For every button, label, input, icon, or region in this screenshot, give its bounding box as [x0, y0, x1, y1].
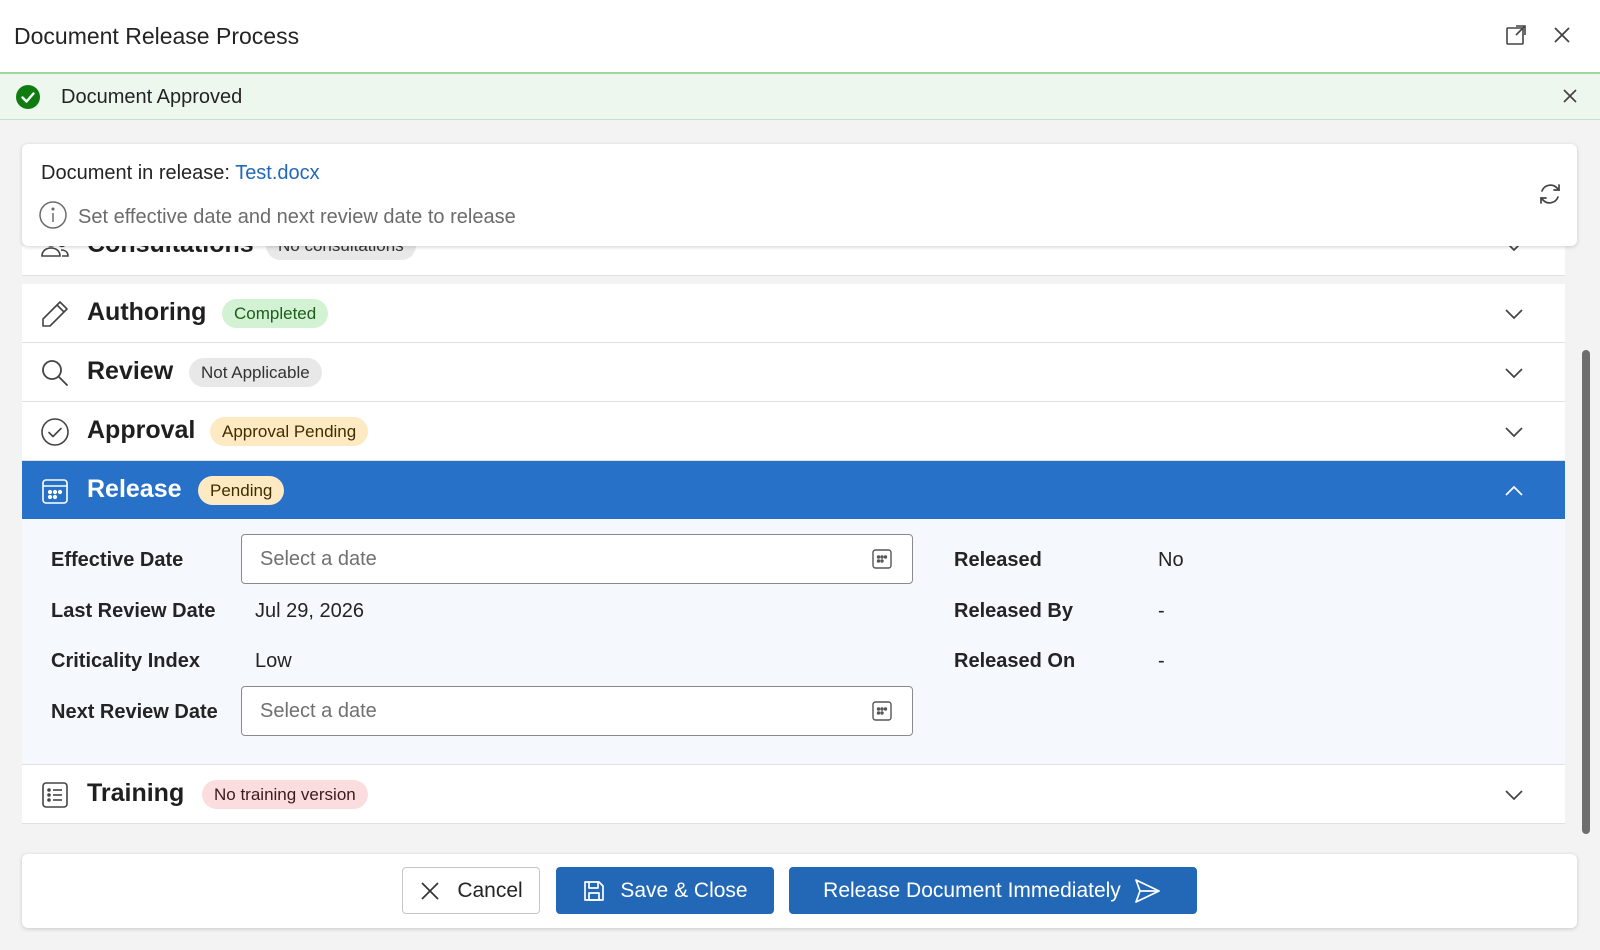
criticality-index-value: Low [255, 650, 292, 672]
calendar-icon [40, 476, 70, 506]
document-info-card: Document in release: Test.docx Set effec… [22, 144, 1577, 246]
success-banner: Document Approved [0, 72, 1600, 120]
pencil-icon [40, 299, 70, 329]
section-title: Authoring [87, 298, 207, 326]
criticality-index-label: Criticality Index [51, 650, 200, 672]
cancel-label: Cancel [457, 878, 523, 902]
status-badge: No consultations [266, 246, 416, 260]
status-badge: Completed [222, 299, 329, 328]
released-on-label: Released On [954, 650, 1076, 672]
banner-message: Document Approved [61, 86, 243, 108]
send-icon [1133, 876, 1163, 906]
dialog-footer: Cancel Save & Close Release Document Imm… [22, 854, 1577, 928]
section-title: Training [87, 779, 185, 807]
next-review-date-input[interactable] [241, 686, 913, 736]
info-icon [38, 200, 68, 235]
effective-date-label: Effective Date [51, 549, 184, 571]
chevron-down-icon[interactable] [1504, 363, 1524, 383]
section-header-approval[interactable]: Approval Approval Pending [22, 402, 1565, 460]
list-icon [40, 780, 70, 810]
chevron-down-icon[interactable] [1504, 422, 1524, 442]
search-icon [40, 358, 70, 388]
dialog-title: Document Release Process [14, 22, 300, 49]
section-consultations: Consultations No consultations [22, 246, 1565, 276]
last-review-date-value: Jul 29, 2026 [255, 600, 364, 622]
section-header-consultations[interactable]: Consultations No consultations [22, 246, 1565, 274]
close-icon[interactable] [1549, 22, 1575, 48]
section-header-authoring[interactable]: Authoring Completed [22, 284, 1565, 342]
hint-text: Set effective date and next review date … [78, 206, 516, 228]
status-badge: Pending [198, 476, 285, 505]
save-close-button[interactable]: Save & Close [556, 867, 774, 914]
released-by-value: - [1158, 600, 1165, 622]
status-badge: Approval Pending [210, 417, 369, 446]
calendar-icon[interactable] [870, 547, 894, 571]
close-icon [419, 878, 445, 904]
chevron-down-icon[interactable] [1504, 246, 1524, 256]
chevron-down-icon[interactable] [1504, 785, 1524, 805]
hint-row: Set effective date and next review date … [38, 200, 516, 235]
effective-date-input[interactable] [241, 534, 913, 584]
section-authoring: Authoring Completed [22, 284, 1565, 343]
cancel-button[interactable]: Cancel [402, 867, 540, 914]
section-title: Approval [87, 416, 196, 444]
section-header-review[interactable]: Review Not Applicable [22, 343, 1565, 401]
document-link[interactable]: Test.docx [235, 162, 319, 184]
section-title: Review [87, 357, 174, 385]
section-release: Release Pending Effective Date Last Revi… [22, 461, 1565, 765]
section-approval: Approval Approval Pending [22, 402, 1565, 461]
check-circle-outline-icon [40, 417, 70, 447]
process-sections: Consultations No consultations Authoring… [22, 246, 1565, 836]
people-icon [40, 246, 70, 261]
release-document-label: Release Document Immediately [823, 878, 1121, 902]
chevron-down-icon[interactable] [1504, 304, 1524, 324]
status-badge: No training version [202, 780, 368, 809]
chevron-up-icon[interactable] [1504, 481, 1524, 501]
section-header-training[interactable]: Training No training version [22, 765, 1565, 823]
section-training: Training No training version [22, 765, 1565, 824]
close-icon[interactable] [1560, 86, 1582, 108]
check-circle-icon [15, 84, 41, 110]
last-review-date-label: Last Review Date [51, 600, 216, 622]
release-form: Effective Date Last Review Date Jul 29, … [22, 519, 1565, 764]
calendar-icon[interactable] [870, 699, 894, 723]
save-icon [582, 878, 608, 904]
document-label: Document in release: [41, 162, 236, 184]
expand-icon[interactable] [1503, 22, 1529, 48]
section-header-release[interactable]: Release Pending [22, 461, 1565, 519]
save-close-label: Save & Close [620, 878, 748, 902]
refresh-icon[interactable] [1536, 180, 1564, 208]
status-badge: Not Applicable [189, 358, 322, 387]
release-document-button[interactable]: Release Document Immediately [789, 867, 1197, 914]
section-review: Review Not Applicable [22, 343, 1565, 402]
released-on-value: - [1158, 650, 1165, 672]
document-in-release: Document in release: Test.docx [41, 162, 320, 185]
dialog-header: Document Release Process [0, 0, 1600, 72]
released-by-label: Released By [954, 600, 1073, 622]
section-title: Consultations [87, 246, 254, 259]
section-title: Release [87, 475, 182, 503]
next-review-date-label: Next Review Date [51, 701, 218, 723]
vertical-scrollbar[interactable] [1582, 350, 1590, 834]
released-label: Released [954, 549, 1042, 571]
released-value: No [1158, 549, 1184, 571]
